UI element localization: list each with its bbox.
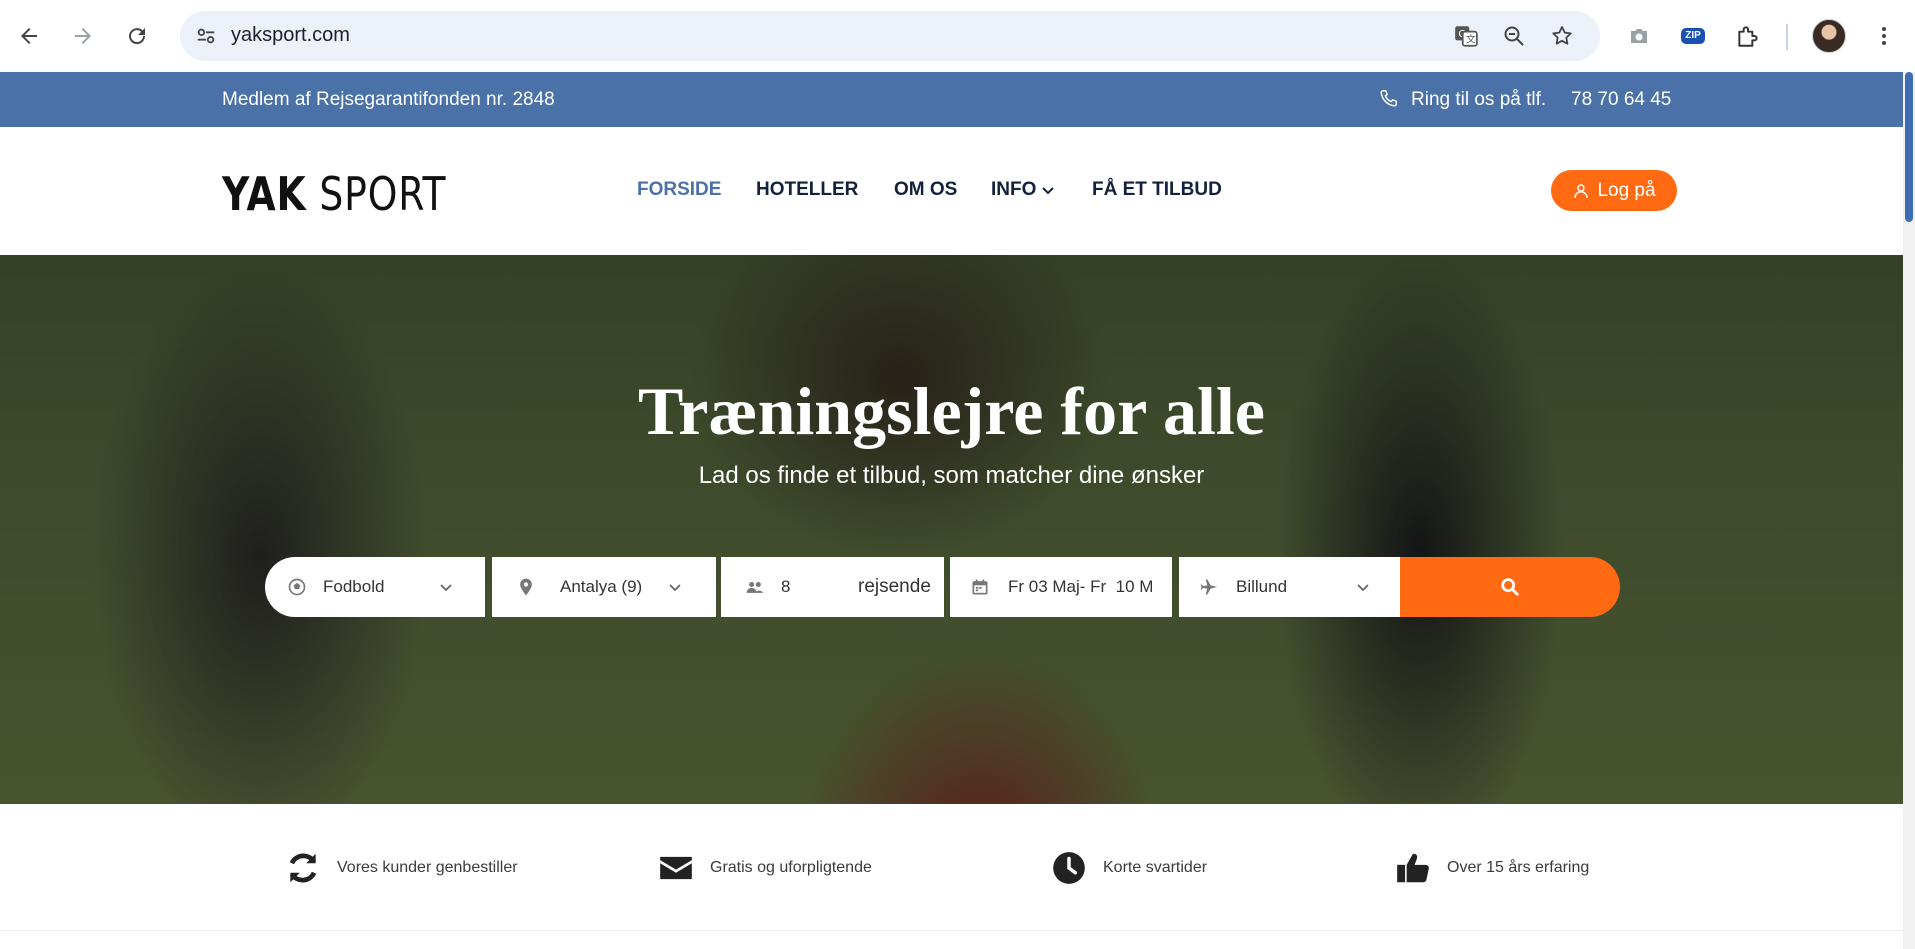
bookmark-star-icon — [1552, 26, 1572, 45]
login-label: Log på — [1597, 179, 1656, 201]
location-pin-icon — [520, 578, 532, 596]
scrollbar-thumb[interactable] — [1905, 72, 1913, 222]
bookmark-button[interactable] — [1548, 22, 1576, 50]
search-icon — [1501, 578, 1519, 596]
clock-icon — [1053, 852, 1085, 884]
calendar-icon — [972, 579, 988, 595]
nav-info-dropdown[interactable]: INFO — [991, 179, 1056, 201]
departure-select[interactable]: Billund — [1179, 557, 1400, 617]
travellers-label: rejsende — [858, 576, 931, 597]
nav-info-label: INFO — [991, 179, 1037, 200]
svg-text:文: 文 — [1466, 33, 1476, 46]
feature-item: Vores kunder genbestiller — [284, 849, 518, 887]
forward-icon — [75, 28, 91, 44]
search-button[interactable] — [1400, 557, 1620, 617]
destination-value: Antalya (9) — [560, 577, 643, 596]
chevron-down-icon — [1357, 584, 1369, 592]
nav-get-offer[interactable]: FÅ ET TILBUD — [1092, 179, 1222, 201]
membership-text: Medlem af Rejsegarantifonden nr. 2848 — [222, 89, 555, 110]
url-text[interactable]: yaksport.com — [231, 24, 350, 47]
reload-icon — [129, 28, 146, 45]
chevron-down-icon — [1042, 187, 1055, 195]
date-range-field[interactable]: Fr 03 Maj- Fr 10 M — [950, 557, 1172, 617]
site-info-button[interactable] — [190, 20, 222, 52]
info-bar: Medlem af Rejsegarantifonden nr. 2848 Ri… — [0, 72, 1903, 127]
zip-extension-icon: ZIP — [1681, 28, 1705, 44]
toolbar-separator — [1786, 24, 1788, 50]
date-range-value: Fr 03 Maj- Fr 10 M — [1008, 577, 1154, 596]
travellers-field[interactable]: 8 rejsende — [721, 557, 944, 617]
translate-icon: G文 — [1455, 26, 1478, 47]
soccer-ball-icon — [288, 578, 306, 596]
logo-bold-text: YAK — [222, 167, 307, 221]
feature-label: Korte svartider — [1103, 859, 1208, 876]
hero-subtitle: Lad os finde et tilbud, som matcher dine… — [698, 462, 1205, 489]
profile-avatar[interactable] — [1812, 19, 1846, 53]
camera-extension-button[interactable] — [1623, 20, 1655, 52]
refresh-icon — [289, 853, 317, 883]
back-button[interactable] — [9, 16, 49, 56]
zoom-icon — [1504, 26, 1524, 46]
address-bar[interactable]: yaksport.com G文 — [180, 11, 1600, 61]
phone-label: Ring til os på tlf. — [1411, 89, 1547, 110]
logo-light-text: SPORT — [319, 167, 447, 221]
feature-label: Gratis og uforpligtende — [710, 859, 872, 876]
reload-button[interactable] — [117, 16, 157, 56]
feature-item: Korte svartider — [1050, 849, 1207, 887]
feature-label: Vores kunder genbestiller — [337, 859, 518, 876]
phone-icon — [1380, 90, 1397, 107]
envelope-icon — [660, 856, 692, 880]
nav-hoteller[interactable]: HOTELLER — [756, 179, 858, 201]
site-info-icon — [197, 28, 215, 44]
site-logo[interactable]: YAK SPORT — [222, 167, 446, 221]
zip-extension-button[interactable]: ZIP — [1677, 20, 1709, 52]
nav-forside[interactable]: FORSIDE — [637, 179, 721, 201]
translate-button[interactable]: G文 — [1452, 22, 1480, 50]
departure-value: Billund — [1236, 577, 1288, 596]
hero-banner: Træningslejre for alle Lad os finde et t… — [0, 255, 1903, 804]
forward-button[interactable] — [63, 16, 103, 56]
extensions-button[interactable] — [1732, 20, 1764, 52]
extensions-puzzle-icon — [1738, 26, 1758, 47]
hero-title: Træningslejre for alle — [637, 373, 1265, 449]
features-strip: Vores kunder genbestiller Gratis og ufor… — [0, 804, 1903, 949]
zoom-button[interactable] — [1500, 22, 1528, 50]
back-icon — [21, 28, 37, 44]
more-menu-button[interactable] — [1868, 20, 1900, 52]
phone-number-link[interactable]: 78 70 64 45 — [1571, 89, 1671, 111]
feature-item: Gratis og uforpligtende — [657, 849, 872, 887]
browser-toolbar: yaksport.com G文 ZIP — [0, 0, 1915, 73]
travellers-count[interactable]: 8 — [781, 577, 790, 597]
user-icon — [1574, 183, 1589, 198]
site-header: YAK SPORT FORSIDE HOTELLER OM OS INFO FÅ… — [0, 127, 1903, 255]
feature-item: Over 15 års erfaring — [1394, 849, 1589, 887]
sport-value: Fodbold — [323, 577, 385, 596]
camera-icon — [1631, 29, 1647, 43]
section-divider — [0, 930, 1903, 931]
feature-label: Over 15 års erfaring — [1447, 859, 1590, 876]
nav-om-os[interactable]: OM OS — [894, 179, 957, 201]
destination-select[interactable]: Antalya (9) — [492, 557, 716, 617]
thumbs-up-icon — [1397, 853, 1429, 883]
login-button[interactable]: Log på — [1551, 170, 1677, 211]
people-icon — [746, 582, 764, 593]
more-menu-icon — [1882, 27, 1886, 45]
chevron-down-icon — [669, 584, 681, 592]
airplane-icon — [1200, 579, 1218, 595]
chevron-down-icon — [440, 584, 452, 592]
sport-select[interactable]: Fodbold — [265, 557, 485, 617]
